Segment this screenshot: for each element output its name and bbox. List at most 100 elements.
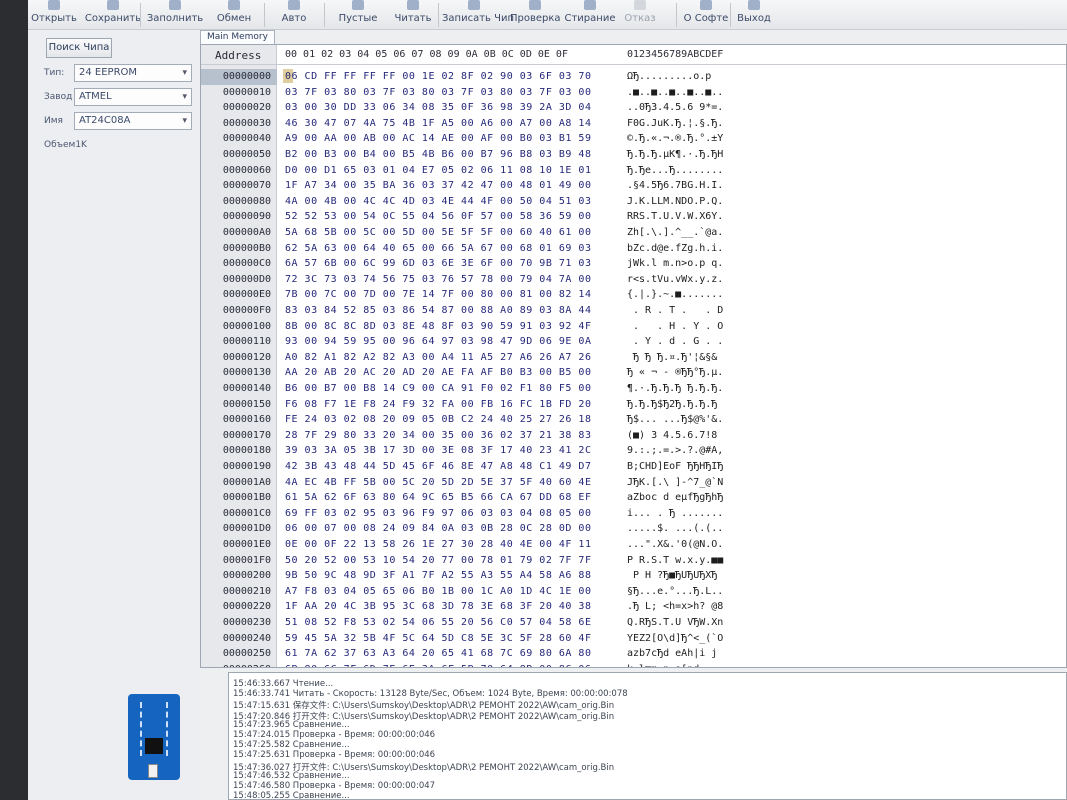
ascii-row[interactable]: JЂK.[.\ ]-^7_@`N bbox=[627, 475, 723, 491]
ascii-row[interactable]: . . H . Y . O bbox=[627, 319, 723, 335]
ascii-row[interactable]: Ђ.Ђ.Ђ$Ђ2Ђ.Ђ.Ђ.Ђ bbox=[627, 397, 723, 413]
ascii-row[interactable]: .Ђ L; <h=x>h? @8 bbox=[627, 599, 723, 615]
проверка-button[interactable]: Проверка bbox=[510, 0, 561, 30]
hex-bytes-row[interactable]: 03 7F 03 80 03 7F 03 80 03 7F 03 80 03 7… bbox=[285, 85, 591, 101]
hex-bytes-row[interactable]: 8B 00 8C 8C 8D 03 8E 48 8F 03 90 59 91 0… bbox=[285, 319, 591, 335]
hex-bytes-row[interactable]: 4A 00 4B 00 4C 4C 4D 03 4E 44 4F 00 50 0… bbox=[285, 194, 591, 210]
hex-bytes-row[interactable]: 72 3C 73 03 74 56 75 03 76 57 78 00 79 0… bbox=[285, 272, 591, 288]
ascii-row[interactable]: .....$. ...(.(.. bbox=[627, 521, 723, 537]
type-select[interactable]: 24 EEPROM ▾ bbox=[74, 64, 192, 82]
hex-bytes-row[interactable]: F6 08 F7 1E F8 24 F9 32 FA 00 FB 16 FC 1… bbox=[285, 397, 591, 413]
заполнить-button[interactable]: Заполнить bbox=[146, 0, 204, 30]
hex-bytes-row[interactable]: 83 03 84 52 85 03 86 54 87 00 88 A0 89 0… bbox=[285, 303, 591, 319]
hex-bytes-row[interactable]: 93 00 94 59 95 00 96 64 97 03 98 47 9D 0… bbox=[285, 334, 591, 350]
пустые-button[interactable]: Пустые bbox=[332, 0, 384, 30]
ascii-row[interactable]: ©.Ђ.«.¬.®.Ђ.°.±Y bbox=[627, 131, 723, 147]
ascii-row[interactable]: Ђ « ¬ - ®ЂЂ°Ђ.µ. bbox=[627, 365, 723, 381]
maker-select[interactable]: ATMEL ▾ bbox=[74, 88, 192, 106]
hex-bytes-row[interactable]: FE 24 03 02 08 20 09 05 0B C2 24 40 25 2… bbox=[285, 412, 591, 428]
hex-bytes-row[interactable]: 06 00 07 00 08 24 09 84 0A 03 0B 28 0C 2… bbox=[285, 521, 591, 537]
ascii-row[interactable]: Ђ$... ...Ђ$@%'&. bbox=[627, 412, 723, 428]
hex-bytes-row[interactable]: 62 5A 63 00 64 40 65 00 66 5A 67 00 68 0… bbox=[285, 241, 591, 257]
ascii-row[interactable]: ΩЂ.........o.p bbox=[627, 69, 711, 85]
ascii-row[interactable]: aZboc d eµfЂgЂhЂ bbox=[627, 490, 723, 506]
hex-bytes-row[interactable]: 59 45 5A 32 5B 4F 5C 64 5D C8 5E 3C 5F 2… bbox=[285, 631, 591, 647]
hex-bytes-row[interactable]: 6B 80 6C 7F 6D 7E 6E 3A 6F 5B 70 64 8B 0… bbox=[285, 662, 591, 667]
ascii-row[interactable]: ..0Ђ3.4.5.6 9*=. bbox=[627, 100, 723, 116]
ascii-row[interactable]: i... . Ђ ....... bbox=[627, 506, 723, 522]
ascii-row[interactable]: B;CHD]EoF ЂЂHЂIЂ bbox=[627, 459, 723, 475]
hex-bytes-row[interactable]: 1F A7 34 00 35 BA 36 03 37 42 47 00 48 0… bbox=[285, 178, 591, 194]
hex-bytes-row[interactable]: B6 00 B7 00 B8 14 C9 00 CA 91 F0 02 F1 8… bbox=[285, 381, 591, 397]
ascii-row[interactable]: 9.:.;.=.>.?.@#A, bbox=[627, 443, 723, 459]
hex-bytes-row[interactable]: A7 F8 03 04 05 65 06 B0 1B 00 1C A0 1D 4… bbox=[285, 584, 591, 600]
ascii-row[interactable]: {.|.}.~.■....... bbox=[627, 287, 723, 303]
hex-editor[interactable]: Address 00 01 02 03 04 05 06 07 08 09 0A… bbox=[200, 44, 1067, 668]
ascii-row[interactable]: (■) 3 4.5.6.7!8 bbox=[627, 428, 723, 444]
ascii-row[interactable]: bZc.d@e.fZg.h.i. bbox=[627, 241, 723, 257]
ascii-row[interactable]: Ђ.Ђ.Ђ.µK¶.·.Ђ.ЂH bbox=[627, 147, 723, 163]
address-cell: 00000220 bbox=[222, 601, 271, 613]
name-select[interactable]: AT24C08A ▾ bbox=[74, 112, 192, 130]
ascii-row[interactable]: . R . T . . D bbox=[627, 303, 723, 319]
hex-bytes-row[interactable]: 06 CD FF FF FF FF 00 1E 02 8F 02 90 03 6… bbox=[285, 69, 591, 85]
hex-bytes-row[interactable]: 51 08 52 F8 53 02 54 06 55 20 56 C0 57 0… bbox=[285, 615, 591, 631]
ascii-row[interactable]: Zh[.\.].^__.`@a. bbox=[627, 225, 723, 241]
hex-bytes-row[interactable]: 39 03 3A 05 3B 17 3D 00 3E 08 3F 17 40 2… bbox=[285, 443, 591, 459]
открыть-button[interactable]: Открыть bbox=[28, 0, 80, 30]
ascii-row[interactable]: Q.RЂS.T.U VЂW.Xn bbox=[627, 615, 723, 631]
ascii-row[interactable]: jWk.l m.n>o.p q. bbox=[627, 256, 723, 272]
ascii-row[interactable]: J.K.LLM.NDO.P.Q. bbox=[627, 194, 723, 210]
обмен-button[interactable]: Обмен bbox=[208, 0, 260, 30]
отказ-button[interactable]: Отказ bbox=[620, 0, 660, 30]
ascii-row[interactable]: Ђ.Ђe...Ђ........ bbox=[627, 163, 723, 179]
hex-bytes-row[interactable]: 52 52 53 00 54 0C 55 04 56 0F 57 00 58 3… bbox=[285, 209, 591, 225]
ascii-row[interactable]: ¶.·.Ђ.Ђ.Ђ Ђ.Ђ.Ђ. bbox=[627, 381, 723, 397]
ascii-row[interactable]: YEZ2[O\d]Ђ^<_(`O bbox=[627, 631, 723, 647]
ascii-row[interactable]: .§4.5Ђ6.7BG.H.I. bbox=[627, 178, 723, 194]
авто-button[interactable]: Авто bbox=[271, 0, 317, 30]
сохранить-button[interactable]: Сохранить bbox=[84, 0, 142, 30]
hex-bytes-row[interactable]: 69 FF 03 02 95 03 96 F9 97 06 03 03 04 0… bbox=[285, 506, 591, 522]
ascii-row[interactable]: P R.S.T w.x.y.■■ bbox=[627, 553, 723, 569]
hex-bytes-row[interactable]: 42 3B 43 48 44 5D 45 6F 46 8E 47 A8 48 C… bbox=[285, 459, 591, 475]
hex-bytes-row[interactable]: 6A 57 6B 00 6C 99 6D 03 6E 3E 6F 00 70 9… bbox=[285, 256, 591, 272]
ascii-row[interactable]: RRS.T.U.V.W.X6Y. bbox=[627, 209, 723, 225]
ascii-row[interactable]: F0G.JuK.Ђ.¦.§.Ђ. bbox=[627, 116, 723, 132]
hex-bytes-row[interactable]: 1F AA 20 4C 3B 95 3C 68 3D 78 3E 68 3F 2… bbox=[285, 599, 591, 615]
ascii-row[interactable]: ...".X&.'0(@N.O. bbox=[627, 537, 723, 553]
search-chip-button[interactable]: Поиск Чипа bbox=[46, 38, 112, 58]
hex-bytes-row[interactable]: 03 00 30 DD 33 06 34 08 35 0F 36 98 39 2… bbox=[285, 100, 591, 116]
читать-button[interactable]: Читать bbox=[388, 0, 438, 30]
о-софте-button[interactable]: О Софте bbox=[680, 0, 732, 30]
ascii-row[interactable]: Ђ Ђ Ђ.¤.Ђ'¦&§& bbox=[627, 350, 717, 366]
hex-bytes-row[interactable]: A9 00 AA 00 AB 00 AC 14 AE 00 AF 00 B0 0… bbox=[285, 131, 591, 147]
ascii-row[interactable]: azb7cЂd eAh|i j bbox=[627, 646, 723, 662]
hex-bytes-row[interactable]: A0 82 A1 82 A2 82 A3 00 A4 11 A5 27 A6 2… bbox=[285, 350, 591, 366]
hex-bytes-row[interactable]: 4A EC 4B FF 5B 00 5C 20 5D 2D 5E 37 5F 4… bbox=[285, 475, 591, 491]
ascii-row[interactable]: r<s.tVu.vWx.y.z. bbox=[627, 272, 723, 288]
hex-bytes-row[interactable]: D0 00 D1 65 03 01 04 E7 05 02 06 11 08 1… bbox=[285, 163, 591, 179]
about-icon bbox=[700, 0, 712, 10]
hex-bytes-row[interactable]: 61 5A 62 6F 63 80 64 9C 65 B5 66 CA 67 D… bbox=[285, 490, 591, 506]
log-line: 15:47:46.580 Проверка - Время: 00:00:00:… bbox=[233, 781, 436, 791]
hex-bytes-row[interactable]: 50 20 52 00 53 10 54 20 77 00 78 01 79 0… bbox=[285, 553, 591, 569]
hex-bytes-row[interactable]: 7B 00 7C 00 7D 00 7E 14 7F 00 80 00 81 0… bbox=[285, 287, 591, 303]
ascii-row[interactable]: .■..■..■..■..■.. bbox=[627, 85, 723, 101]
hex-bytes-row[interactable]: 28 7F 29 80 33 20 34 00 35 00 36 02 37 2… bbox=[285, 428, 591, 444]
hex-bytes-row[interactable]: 61 7A 62 37 63 A3 64 20 65 41 68 7C 69 8… bbox=[285, 646, 591, 662]
стирание-button[interactable]: Стирание bbox=[564, 0, 616, 30]
ascii-row[interactable]: . Y . d . G . . bbox=[627, 334, 723, 350]
hex-bytes-row[interactable]: 0E 00 0F 22 13 58 26 1E 27 30 28 40 4E 0… bbox=[285, 537, 591, 553]
hex-bytes-row[interactable]: 5A 68 5B 00 5C 00 5D 00 5E 5F 5F 00 60 4… bbox=[285, 225, 591, 241]
hex-bytes-row[interactable]: AA 20 AB 20 AC 20 AD 20 AE FA AF B0 B3 0… bbox=[285, 365, 591, 381]
ascii-row[interactable]: k l■m~n:o[pd . . bbox=[627, 662, 723, 667]
hex-bytes-row[interactable]: B2 00 B3 00 B4 00 B5 4B B6 00 B7 96 B8 0… bbox=[285, 147, 591, 163]
hex-bytes-row[interactable]: 9B 50 9C 48 9D 3F A1 7F A2 55 A3 55 A4 5… bbox=[285, 568, 591, 584]
выход-button[interactable]: Выход bbox=[734, 0, 774, 30]
записать-чип-button[interactable]: Записать Чип bbox=[442, 0, 514, 30]
ascii-row[interactable]: P H ?Ђ■ЂUЂUЂXЂ bbox=[627, 568, 723, 584]
tab-main-memory[interactable]: Main Memory bbox=[200, 30, 275, 44]
ascii-row[interactable]: §Ђ...e.°...Ђ.L.. bbox=[627, 584, 723, 600]
hex-bytes-row[interactable]: 46 30 47 07 4A 75 4B 1F A5 00 A6 00 A7 0… bbox=[285, 116, 591, 132]
